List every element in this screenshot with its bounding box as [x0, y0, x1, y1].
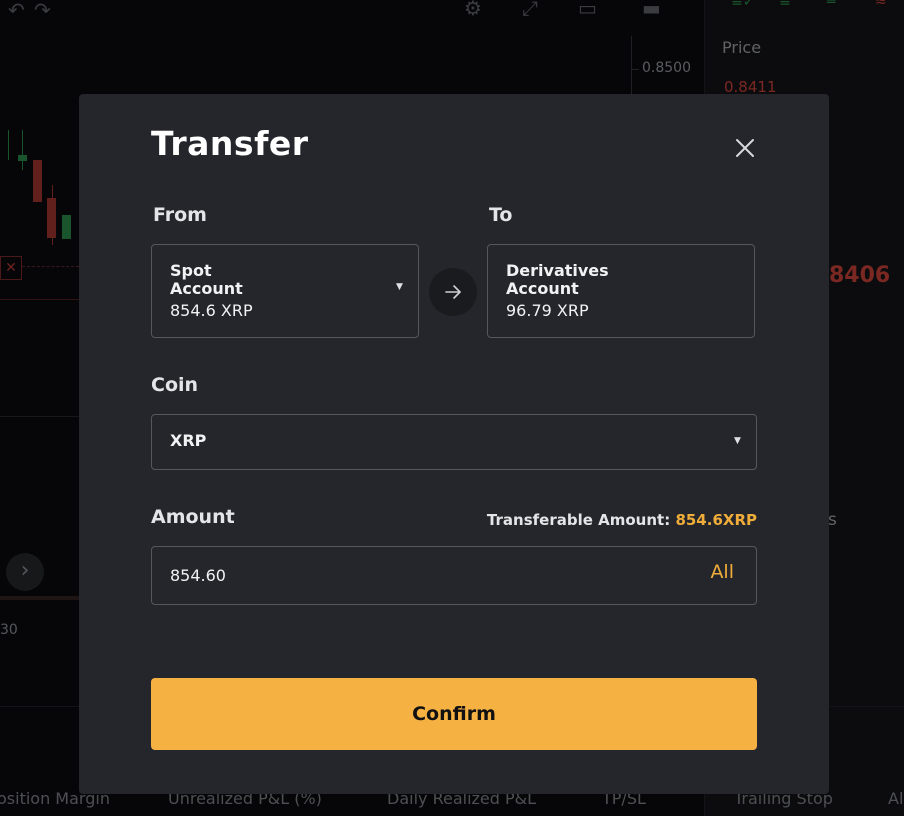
- to-account-display: Derivatives Account 96.79 XRP: [487, 244, 755, 338]
- to-account-name: Derivatives Account: [506, 261, 609, 298]
- from-account-name: Spot Account: [170, 261, 243, 298]
- coin-select[interactable]: XRP ▼: [151, 414, 757, 470]
- close-icon: [736, 139, 754, 157]
- caret-down-icon: ▼: [734, 436, 741, 446]
- from-label: From: [153, 204, 207, 226]
- from-account-balance: 854.6 XRP: [170, 301, 253, 320]
- amount-label: Amount: [151, 506, 235, 528]
- coin-label: Coin: [151, 374, 199, 396]
- transferable-value: 854.6XRP: [675, 511, 757, 529]
- transferable-label: Transferable Amount:: [486, 511, 671, 529]
- amount-input[interactable]: [168, 561, 652, 589]
- amount-field: All: [151, 546, 757, 605]
- all-button[interactable]: All: [710, 561, 734, 583]
- from-account-select[interactable]: Spot Account 854.6 XRP ▼: [151, 244, 419, 338]
- close-button[interactable]: [731, 134, 759, 162]
- modal-title: Transfer: [151, 124, 309, 163]
- coin-value: XRP: [170, 431, 207, 450]
- confirm-button[interactable]: Confirm: [151, 678, 757, 750]
- transferable-amount: Transferable Amount: 854.6XRP: [487, 511, 757, 529]
- transfer-modal: Transfer From To Spot Account 854.6 XRP …: [79, 94, 829, 794]
- arrow-right-icon: [445, 285, 461, 299]
- swap-accounts-button[interactable]: [429, 268, 477, 316]
- to-account-balance: 96.79 XRP: [506, 301, 589, 320]
- caret-down-icon: ▼: [396, 282, 403, 292]
- to-label: To: [489, 204, 513, 226]
